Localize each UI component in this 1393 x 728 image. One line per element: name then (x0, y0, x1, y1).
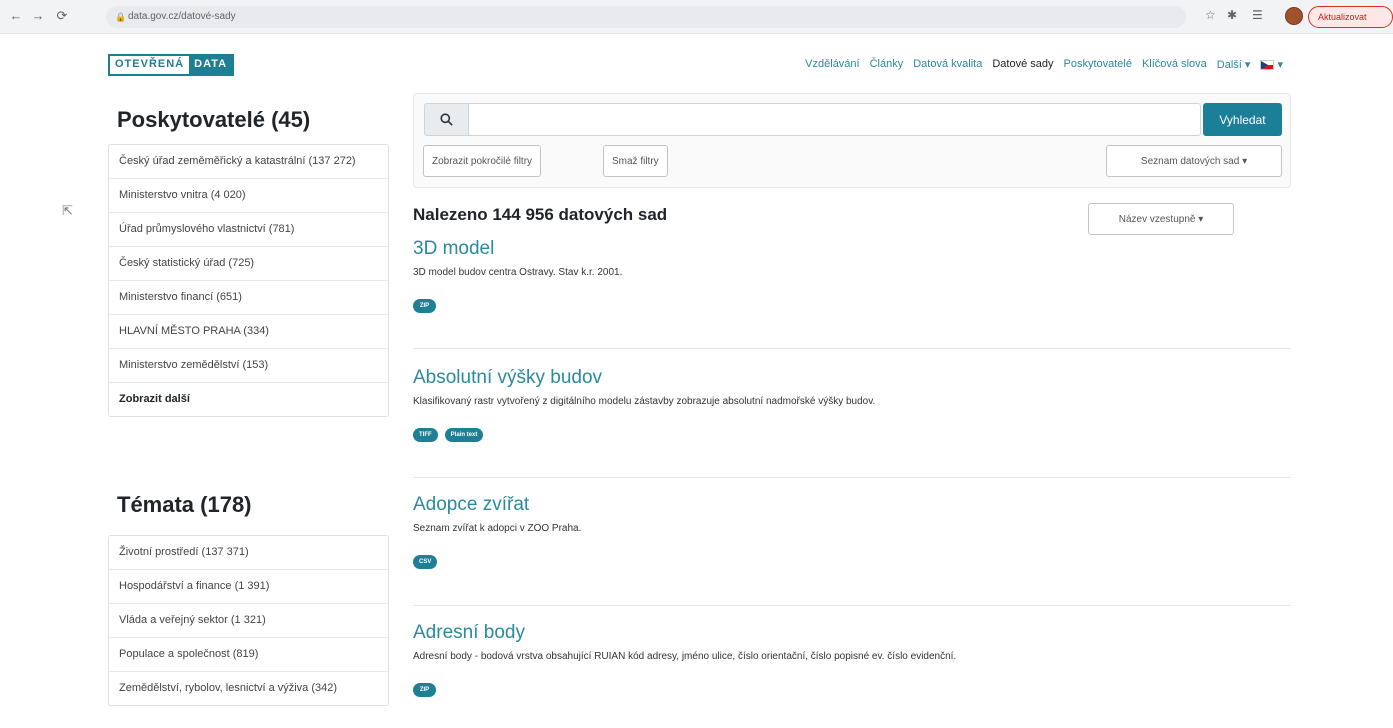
nav-datova-kvalita[interactable]: Datová kvalita (913, 58, 982, 71)
topics-title: Témata (178) (117, 492, 252, 517)
logo-text-part1: OTEVŘENÁ (110, 56, 190, 74)
main-nav: Vzdělávání Články Datová kvalita Datové … (805, 58, 1283, 71)
provider-item[interactable]: Ministerstvo zemědělství (153) (109, 349, 388, 383)
format-badge[interactable]: CSV (413, 555, 438, 569)
provider-item[interactable]: Úřad průmyslového vlastnictví (781) (109, 213, 388, 247)
profile-avatar[interactable] (1285, 7, 1303, 25)
nav-klicova-slova[interactable]: Klíčová slova (1142, 58, 1207, 71)
topics-list: Životní prostředí (137 371) Hospodářství… (108, 535, 389, 706)
results-count: Nalezeno 144 956 datových sad (413, 205, 668, 224)
nav-poskytovatele[interactable]: Poskytovatelé (1063, 58, 1131, 71)
format-badge[interactable]: Plain text (444, 428, 484, 442)
reload-icon[interactable]: ⟳ (54, 8, 70, 24)
dataset-title-link[interactable]: Adopce zvířat (413, 494, 1291, 516)
nav-dalsi-dropdown[interactable]: Další ▾ (1217, 58, 1251, 71)
extensions-icon[interactable]: ✱ (1227, 8, 1237, 22)
topic-item[interactable]: Životní prostředí (137 371) (109, 536, 388, 570)
sort-dropdown[interactable]: Název vzestupně ▾ (1088, 203, 1234, 235)
provider-item[interactable]: Ministerstvo vnitra (4 020) (109, 179, 388, 213)
provider-item[interactable]: Český statistický úřad (725) (109, 247, 388, 281)
reading-list-icon[interactable]: ☰ (1252, 8, 1263, 22)
dataset-title-link[interactable]: Absolutní výšky budov (413, 367, 1291, 389)
search-panel: Vyhledat Zobrazit pokročilé filtry Smaž … (413, 93, 1291, 188)
dataset-title-link[interactable]: 3D model (413, 238, 1291, 260)
dataset-result: Absolutní výšky budov Klasifikovaný rast… (413, 367, 1291, 442)
nav-vzdelavani[interactable]: Vzdělávání (805, 58, 859, 71)
site-logo[interactable]: OTEVŘENÁ DATA (108, 54, 235, 76)
provider-item[interactable]: Český úřad zeměměřický a katastrální (13… (109, 145, 388, 179)
format-badge[interactable]: ZIP (413, 299, 436, 313)
dataset-result: Adopce zvířat Seznam zvířat k adopci v Z… (413, 494, 1291, 569)
dataset-description: Klasifikovaný rastr vytvořený z digitáln… (413, 396, 876, 407)
dataset-description: Seznam zvířat k adopci v ZOO Praha. (413, 523, 582, 534)
address-bar[interactable]: 🔒 data.gov.cz/datové-sady (106, 6, 1186, 28)
providers-show-more-link[interactable]: Zobrazit další (109, 383, 388, 416)
format-badge[interactable]: TIFF (413, 428, 438, 442)
provider-item[interactable]: HLAVNÍ MĚSTO PRAHA (334) (109, 315, 388, 349)
back-icon[interactable]: ← (8, 8, 24, 23)
forward-icon[interactable]: → (30, 8, 46, 23)
search-icon (424, 103, 469, 136)
nav-clanky[interactable]: Články (870, 58, 904, 71)
dataset-description: Adresní body - bodová vrstva obsahující … (413, 651, 957, 662)
result-divider (413, 477, 1291, 478)
topic-item[interactable]: Vláda a veřejný sektor (1 321) (109, 604, 388, 638)
topic-item[interactable]: Zemědělství, rybolov, lesnictví a výživa… (109, 672, 388, 705)
nav-datove-sady[interactable]: Datové sady (992, 58, 1053, 71)
language-dropdown[interactable]: ▾ (1260, 58, 1283, 71)
provider-item[interactable]: Ministerstvo financí (651) (109, 281, 388, 315)
search-input[interactable] (468, 103, 1201, 136)
advanced-filters-button[interactable]: Zobrazit pokročilé filtry (423, 145, 542, 177)
logo-text-part2: DATA (189, 56, 233, 74)
mouse-cursor-icon: ⇱ (62, 203, 73, 218)
view-mode-dropdown[interactable]: Seznam datových sad ▾ (1106, 145, 1282, 177)
clear-filters-button[interactable]: Smaž filtry (603, 145, 668, 177)
providers-list: Český úřad zeměměřický a katastrální (13… (108, 144, 389, 417)
czech-flag-icon (1260, 60, 1275, 71)
result-divider (413, 605, 1291, 606)
lock-icon: 🔒 (115, 12, 127, 22)
search-button[interactable]: Vyhledat (1203, 103, 1282, 136)
browser-toolbar: ← → ⟳ 🔒 data.gov.cz/datové-sady ☆ ✱ ☰ Ak… (0, 0, 1393, 34)
dataset-description: 3D model budov centra Ostravy. Stav k.r.… (413, 267, 623, 278)
dataset-title-link[interactable]: Adresní body (413, 622, 1291, 644)
format-badge[interactable]: ZIP (413, 683, 436, 697)
topic-item[interactable]: Populace a společnost (819) (109, 638, 388, 672)
bookmark-star-icon[interactable]: ☆ (1205, 8, 1216, 22)
update-button[interactable]: Aktualizovat (1308, 6, 1393, 28)
url-text: data.gov.cz/datové-sady (128, 11, 236, 22)
result-divider (413, 348, 1291, 349)
dataset-result: Adresní body Adresní body - bodová vrstv… (413, 622, 1291, 697)
providers-title: Poskytovatelé (45) (117, 107, 311, 132)
topic-item[interactable]: Hospodářství a finance (1 391) (109, 570, 388, 604)
dataset-result: 3D model 3D model budov centra Ostravy. … (413, 238, 1291, 313)
